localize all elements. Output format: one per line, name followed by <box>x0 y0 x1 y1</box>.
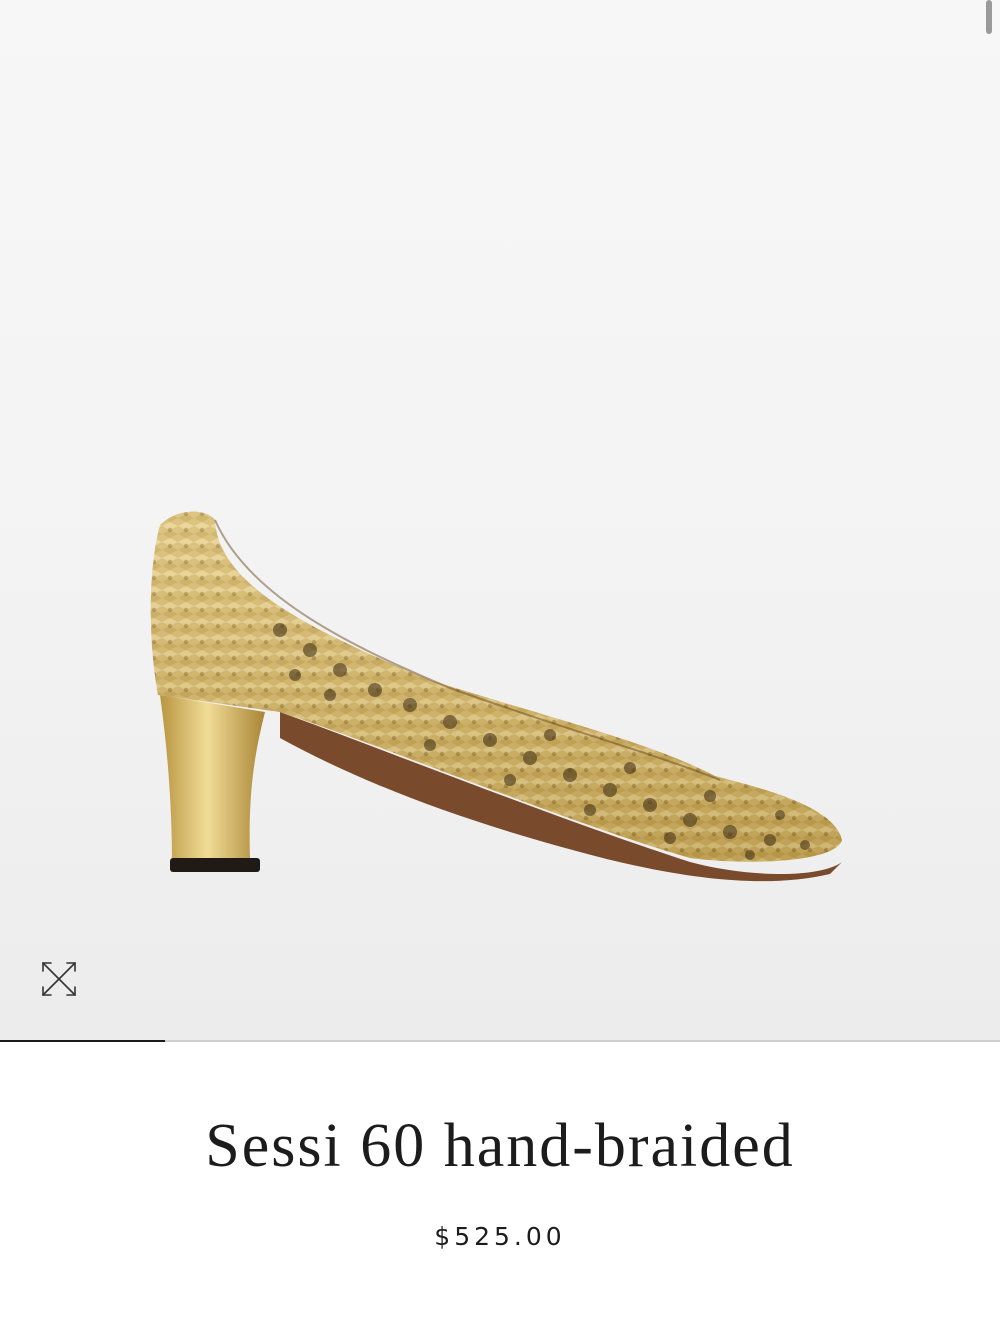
product-gallery[interactable] <box>0 0 1000 1040</box>
gallery-progress-track <box>0 1040 1000 1042</box>
heel <box>160 695 265 862</box>
scrollbar-thumb[interactable] <box>986 0 992 34</box>
heel-tip <box>170 858 260 872</box>
product-title: Sessi 60 hand-braided <box>205 1112 795 1180</box>
product-page: Sessi 60 hand-braided $525.00 <box>0 0 1000 1333</box>
gallery-progress-indicator <box>0 1040 165 1042</box>
product-price: $525.00 <box>434 1222 566 1251</box>
expand-arrows-icon[interactable] <box>38 958 80 1000</box>
product-image[interactable] <box>130 490 860 890</box>
